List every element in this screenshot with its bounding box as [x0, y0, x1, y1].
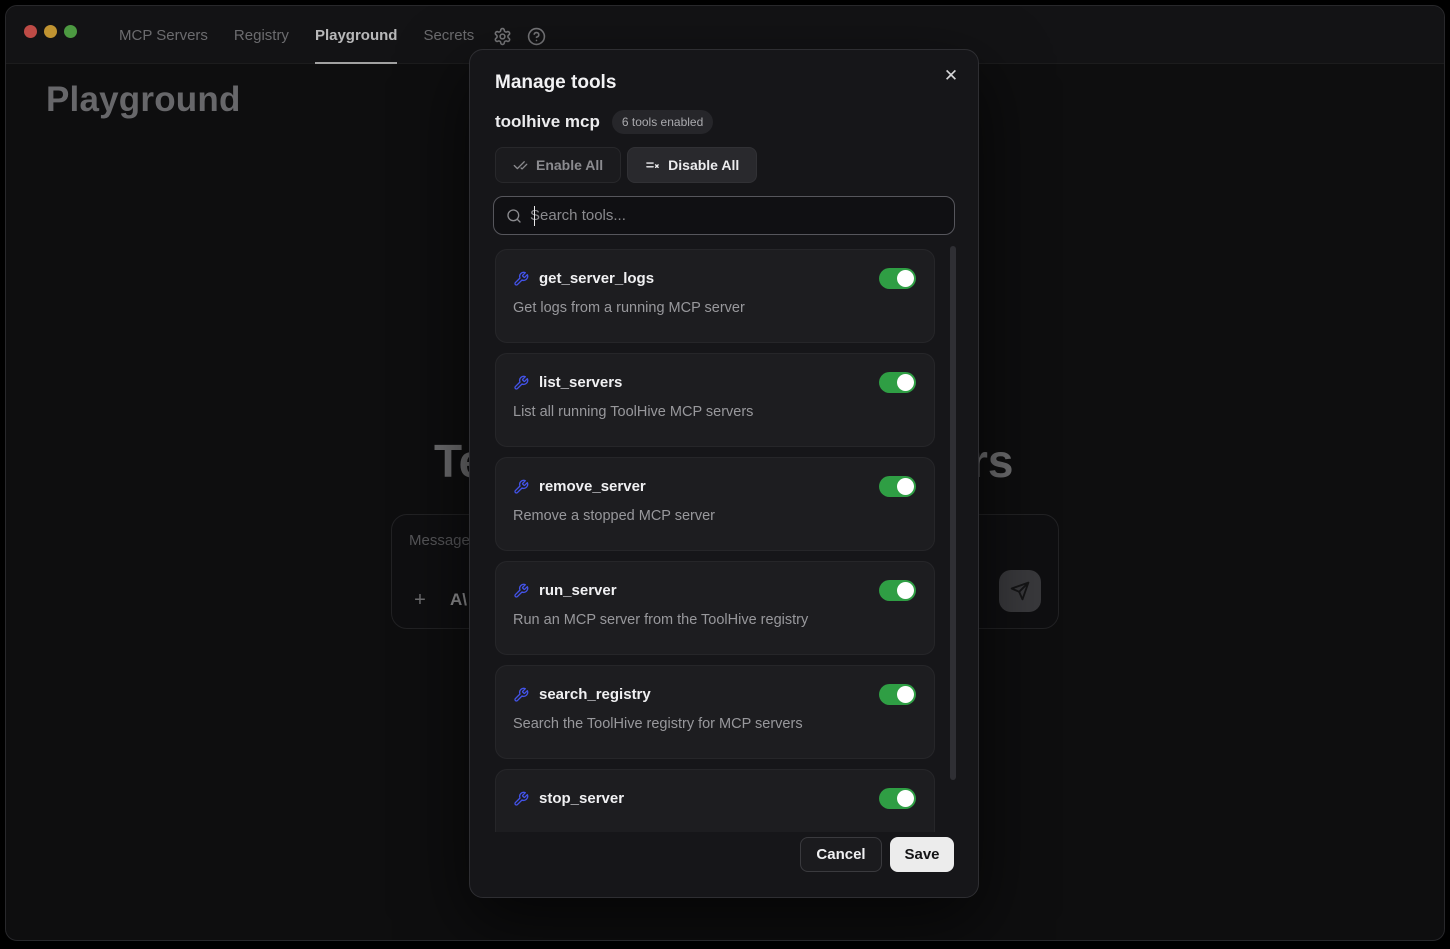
tool-card-header: search_registry	[513, 686, 916, 703]
tools-enabled-badge: 6 tools enabled	[612, 110, 713, 134]
tool-card: remove_server Remove a stopped MCP serve…	[495, 457, 935, 551]
toggle-knob	[897, 686, 914, 703]
dialog-footer: Cancel Save	[800, 837, 954, 872]
toggle-knob	[897, 374, 914, 391]
dialog-title: Manage tools	[495, 72, 616, 94]
tool-name: remove_server	[539, 478, 646, 495]
server-name: toolhive mcp	[495, 112, 600, 132]
tool-toggle[interactable]	[879, 268, 916, 289]
scrollbar-thumb[interactable]	[950, 246, 956, 780]
tool-card-header: run_server	[513, 582, 916, 599]
tool-card: list_servers List all running ToolHive M…	[495, 353, 935, 447]
tool-list: get_server_logs Get logs from a running …	[470, 242, 978, 832]
tool-toggle[interactable]	[879, 788, 916, 809]
tool-card: get_server_logs Get logs from a running …	[495, 249, 935, 343]
tool-card-header: get_server_logs	[513, 270, 916, 287]
server-row: toolhive mcp 6 tools enabled	[495, 110, 713, 134]
tool-name: get_server_logs	[539, 270, 654, 287]
tool-description: Search the ToolHive registry for MCP ser…	[513, 716, 916, 732]
tool-card-header: stop_server	[513, 790, 916, 807]
tool-name: search_registry	[539, 686, 651, 703]
tool-toggle[interactable]	[879, 372, 916, 393]
list-x-icon	[645, 158, 660, 173]
tool-card-header: list_servers	[513, 374, 916, 391]
enable-all-label: Enable All	[536, 157, 603, 173]
check-check-icon	[513, 158, 528, 173]
enable-all-button[interactable]: Enable All	[495, 147, 621, 183]
wrench-icon	[513, 375, 529, 391]
toggle-knob	[897, 478, 914, 495]
search-icon	[506, 208, 522, 224]
cancel-button[interactable]: Cancel	[800, 837, 882, 872]
search-field	[493, 196, 955, 235]
tool-toggle[interactable]	[879, 476, 916, 497]
tool-description: Run an MCP server from the ToolHive regi…	[513, 612, 916, 628]
close-icon[interactable]: ✕	[939, 64, 963, 88]
disable-all-button[interactable]: Disable All	[627, 147, 757, 183]
tool-toggle[interactable]	[879, 684, 916, 705]
wrench-icon	[513, 479, 529, 495]
wrench-icon	[513, 687, 529, 703]
text-caret	[534, 206, 535, 226]
app-window: MCP Servers Registry Playground Secrets …	[5, 5, 1445, 941]
toggle-knob	[897, 270, 914, 287]
tool-card: stop_server	[495, 769, 935, 832]
wrench-icon	[513, 791, 529, 807]
manage-tools-dialog: Manage tools ✕ toolhive mcp 6 tools enab…	[469, 49, 979, 898]
search-input[interactable]	[530, 197, 948, 234]
screen: MCP Servers Registry Playground Secrets …	[0, 0, 1450, 949]
toggle-knob	[897, 790, 914, 807]
tool-card: search_registry Search the ToolHive regi…	[495, 665, 935, 759]
bulk-actions: Enable All Disable All	[495, 147, 757, 183]
tool-description: Remove a stopped MCP server	[513, 508, 916, 524]
tool-description: List all running ToolHive MCP servers	[513, 404, 916, 420]
tool-toggle[interactable]	[879, 580, 916, 601]
tool-card-header: remove_server	[513, 478, 916, 495]
wrench-icon	[513, 271, 529, 287]
tool-card: run_server Run an MCP server from the To…	[495, 561, 935, 655]
tool-name: stop_server	[539, 790, 624, 807]
tool-name: list_servers	[539, 374, 622, 391]
disable-all-label: Disable All	[668, 157, 739, 173]
toggle-knob	[897, 582, 914, 599]
wrench-icon	[513, 583, 529, 599]
tool-description: Get logs from a running MCP server	[513, 300, 916, 316]
tool-name: run_server	[539, 582, 617, 599]
save-button[interactable]: Save	[890, 837, 954, 872]
